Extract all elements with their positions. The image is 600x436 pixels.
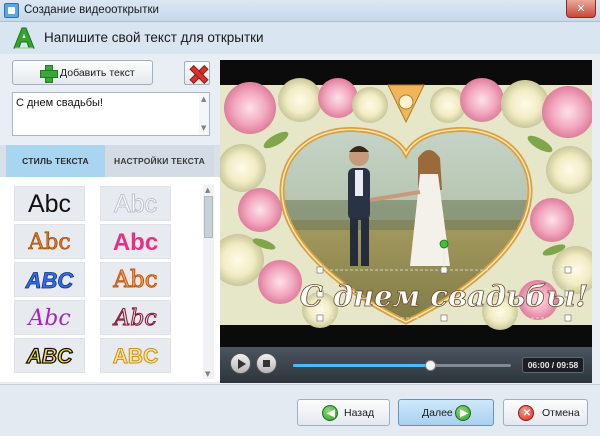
delete-icon	[189, 65, 206, 82]
next-button[interactable]: Далее ▶	[398, 399, 494, 426]
seek-bar[interactable]	[293, 360, 511, 371]
app-icon	[4, 3, 19, 18]
text-input[interactable]: С днем свадьбы! ▲ ▼	[12, 92, 210, 136]
text-input-scrollbar[interactable]: ▲ ▼	[199, 93, 209, 135]
style-swatch-label: Abc	[27, 190, 72, 218]
scroll-thumb[interactable]	[204, 196, 213, 238]
next-button-label: Далее	[422, 407, 453, 419]
page-title: Напишите свой текст для открытки	[44, 30, 264, 45]
style-swatch-label: ABC	[25, 268, 74, 294]
cancel-icon: ✕	[518, 405, 534, 421]
scroll-up-icon[interactable]: ▲	[205, 186, 210, 194]
tab-text-style[interactable]: СТИЛЬ ТЕКСТА	[6, 145, 105, 177]
close-button[interactable]: ✕	[566, 0, 596, 18]
overlay-text[interactable]: С днем свадьбы!	[299, 279, 589, 314]
stop-button[interactable]	[256, 353, 277, 374]
text-input-value: С днем свадьбы!	[16, 97, 103, 109]
style-swatch-pink-bold[interactable]: Abc	[100, 224, 171, 259]
style-gallery-scrollbar[interactable]: ▲ ▼	[203, 185, 214, 379]
style-swatch-maroon-outline[interactable]: Abc	[100, 300, 171, 335]
style-swatch-yellow-black[interactable]: ABC	[14, 338, 85, 373]
preview-frame: С днем свадьбы!	[220, 60, 592, 347]
add-text-label: Добавить текст	[60, 67, 135, 79]
style-swatch-label: ABC	[26, 344, 73, 368]
style-swatch-label: Abc	[112, 229, 159, 256]
style-swatch-purple-script[interactable]: Abc	[14, 300, 85, 335]
scroll-down-icon[interactable]: ▼	[201, 125, 206, 132]
scroll-up-icon[interactable]: ▲	[201, 96, 206, 103]
back-arrow-icon: ◀	[322, 405, 338, 421]
back-button-label: Назад	[344, 407, 375, 419]
style-swatch-orange-outline[interactable]: Abc	[100, 262, 171, 297]
style-swatch-label: Abc	[28, 306, 71, 331]
video-preview[interactable]: С днем свадьбы!	[220, 60, 592, 347]
style-swatch-label: Abc	[114, 306, 157, 332]
style-swatch-orange-serif[interactable]: Abc	[14, 224, 85, 259]
scroll-down-icon[interactable]: ▼	[205, 370, 210, 378]
seek-bar-fill	[293, 364, 431, 367]
style-swatch-plain-black[interactable]: Abc	[14, 186, 85, 221]
style-swatch-label: Abc	[113, 190, 158, 219]
title-bar: Создание видеооткрытки ✕	[0, 0, 600, 22]
green-a-logo-icon	[13, 27, 35, 49]
style-swatch-white-outline[interactable]: Abc	[100, 186, 171, 221]
style-swatch-blue-glossy[interactable]: ABC	[14, 262, 85, 297]
time-display: 06:00 / 09:58	[522, 357, 584, 373]
back-button[interactable]: ◀ Назад	[297, 399, 390, 426]
seek-bar-handle[interactable]	[425, 360, 437, 371]
delete-text-button[interactable]	[184, 61, 210, 85]
cancel-button[interactable]: ✕ Отмена	[503, 399, 588, 426]
player-controls: 06:00 / 09:58	[220, 347, 592, 383]
tab-text-settings[interactable]: НАСТРОЙКИ ТЕКСТА	[105, 145, 214, 177]
add-text-button[interactable]: Добавить текст	[12, 60, 153, 85]
cancel-button-label: Отмена	[542, 407, 580, 419]
plus-icon	[40, 65, 58, 83]
next-arrow-icon: ▶	[455, 405, 471, 421]
style-swatch-label: Abc	[28, 230, 71, 256]
play-button[interactable]	[230, 353, 251, 374]
style-swatch-label: ABC	[112, 345, 159, 369]
header: Напишите свой текст для открытки	[0, 22, 600, 54]
style-swatch-label: Abc	[113, 267, 158, 294]
style-swatch-gold-glossy[interactable]: ABC	[100, 338, 171, 373]
tabs-bar: СТИЛЬ ТЕКСТА НАСТРОЙКИ ТЕКСТА	[0, 145, 220, 177]
window-title: Создание видеооткрытки	[24, 4, 159, 16]
style-gallery: Abc Abc Abc Abc ABC Abc Abc Abc ABC ABC …	[0, 177, 220, 382]
